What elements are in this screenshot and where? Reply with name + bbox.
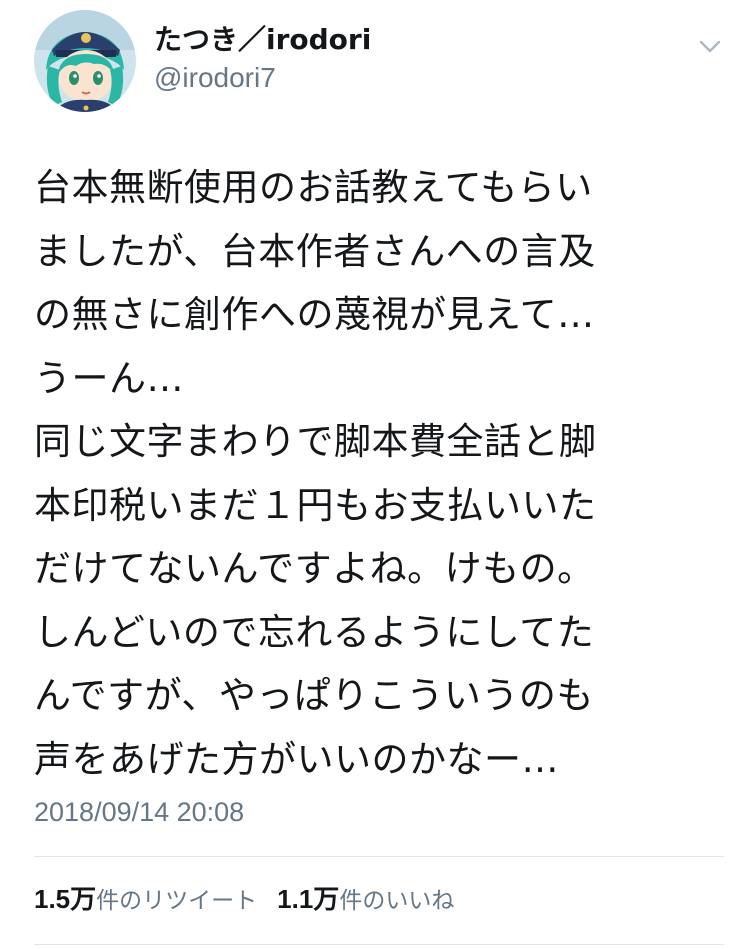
tweet-text-line: の無さに創作への蔑視が見えて… xyxy=(34,293,595,336)
avatar[interactable] xyxy=(34,10,136,112)
tweet-text: 台本無断使用のお話教えてもらい ましたが、台本作者さんへの言及 の無さに創作への蔑視… xyxy=(34,156,724,791)
anime-character-avatar-icon xyxy=(34,10,136,112)
tweet-stats: 1.5万 件のリツイート 1.1万 件のいいね xyxy=(34,879,454,919)
retweet-label: 件のリツイート xyxy=(96,888,258,914)
tweet-header: たつき／irodori @irodori7 xyxy=(34,10,724,114)
divider xyxy=(34,944,724,945)
tweet-text-line: 声をあげた方がいいのかなー… xyxy=(34,737,559,781)
display-name[interactable]: たつき／irodori xyxy=(154,22,371,58)
like-count: 1.1万 xyxy=(277,884,340,914)
retweet-count-link[interactable]: 1.5万 件のリツイート xyxy=(34,879,257,916)
tweet-text-line: ましたが、台本作者さんへの言及 xyxy=(34,229,596,273)
tweet-text-line: しんどいので忘れるようにしてた xyxy=(34,610,595,654)
tweet-timestamp[interactable]: 2018/09/14 20:08 xyxy=(34,795,244,829)
user-names: たつき／irodori @irodori7 xyxy=(154,22,371,96)
tweet-text-line: 台本無断使用のお話教えてもらい xyxy=(34,166,593,209)
tweet-detail: たつき／irodori @irodori7 台本無断使用のお話教えてもらい ました… xyxy=(0,0,749,949)
tweet-text-line: 本印税いまだ１円もお支払いいた xyxy=(34,483,597,527)
user-handle[interactable]: @irodori7 xyxy=(154,60,371,96)
tweet-text-line: だけてないんですよね。けもの。 xyxy=(34,547,595,590)
chevron-down-icon[interactable] xyxy=(696,32,724,60)
tweet-text-line: 同じ文字まわりで脚本費全話と脚 xyxy=(34,420,597,463)
tweet-text-line: んですが、やっぱりこういうのも xyxy=(34,674,594,717)
like-count-link[interactable]: 1.1万 件のいいね xyxy=(277,879,454,916)
like-label: 件のいいね xyxy=(339,888,455,914)
tweet-text-line: うーん… xyxy=(34,356,184,400)
divider xyxy=(34,856,724,857)
retweet-count: 1.5万 xyxy=(34,884,97,914)
